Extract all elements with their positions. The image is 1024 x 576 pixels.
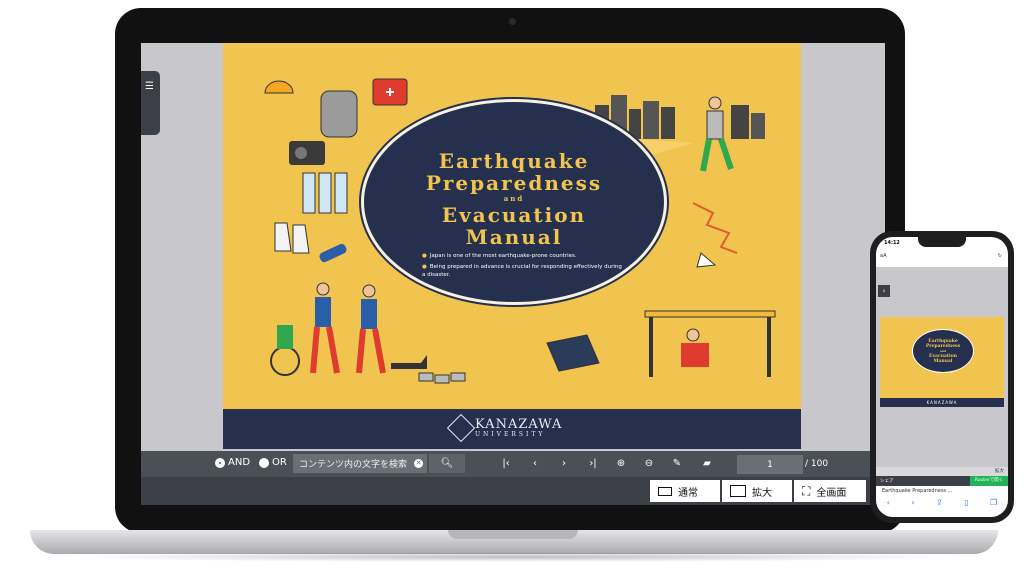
search-button[interactable]: 🔍︎ (429, 454, 465, 473)
search-input[interactable] (293, 454, 419, 475)
page-total: / 100 (805, 459, 829, 469)
lamp-icon (696, 252, 717, 268)
view-fullscreen-button[interactable]: ⛶ 全画面 (794, 480, 866, 502)
fullscreen-icon: ⛶ (802, 483, 811, 498)
gloves-icon (274, 222, 310, 254)
and-radio[interactable]: AND (215, 457, 250, 468)
zoom-out-icon[interactable]: ⊖ (639, 455, 659, 473)
share-icon[interactable]: ⇪ (936, 498, 943, 507)
book-icon[interactable]: ▰ (697, 455, 717, 473)
phone-page-title: Earthquake Preparedness ... (882, 488, 953, 494)
search-box: ✕ (293, 454, 427, 475)
last-page-icon[interactable]: ›| (583, 455, 603, 473)
status-time: 14:12 (884, 240, 900, 246)
bullet-item: ● Being prepared in advance is crucial fo… (422, 264, 622, 278)
evacuee-figure-icon (700, 96, 734, 172)
phone-title-oval: Earthquake Preparedness and Evacuation M… (912, 329, 974, 373)
phone-cover-footer: KANAZAWA (880, 398, 1004, 407)
title-oval: Earthquake Preparedness and Evacuation M… (361, 99, 667, 305)
pen-icon[interactable]: ✎ (667, 455, 687, 473)
smartphone-frame: 14:12 aA ↻ › Earthquake Preparedness and… (870, 231, 1014, 523)
university-seal-icon (446, 413, 476, 443)
first-aid-box-icon (372, 78, 408, 106)
normal-view-icon (658, 486, 672, 496)
menu-button[interactable]: ☰ (141, 71, 160, 135)
fallen-furniture-icon (546, 334, 600, 372)
title-line: Preparedness (425, 171, 603, 195)
safari-toolbar: ‹ › ⇪ ▯ ❐ (876, 495, 1008, 509)
back-icon[interactable]: ‹ (887, 498, 890, 507)
table-shelter-icon (644, 310, 776, 377)
viewer-toolbar: AND OR ✕ 🔍︎ |‹ ‹ › ›| ⊕ ⊖ ✎ ▰ / 100 (141, 451, 885, 477)
radio-unselected-icon (259, 457, 269, 468)
rubble-icon (418, 372, 466, 384)
search-icon: 🔍︎ (440, 458, 454, 469)
tabs-icon[interactable]: ❐ (990, 498, 997, 507)
ebook-viewer: ☰ Earthquake Preparedness and Evacuation… (141, 43, 885, 505)
title-line: Evacuation (441, 203, 587, 227)
title-line: Earthquake (438, 149, 590, 173)
university-logo: KANAZAWA UNIVERSITY (446, 413, 562, 443)
prev-page-icon[interactable]: ‹ (525, 455, 545, 473)
dog-icon (391, 355, 427, 369)
cover-footer: KANAZAWA UNIVERSITY (223, 409, 801, 449)
radio-icon (289, 141, 325, 165)
phone-share-button[interactable]: シェア (880, 478, 894, 484)
first-page-icon[interactable]: |‹ (496, 455, 516, 473)
bullet-item: ● Japan is one of the most earthquake-pro… (422, 253, 577, 259)
phone-enlarge-button[interactable]: 拡大 (995, 468, 1004, 474)
phone-cover-title: Earthquake Preparedness and Evacuation M… (925, 339, 961, 364)
forward-icon[interactable]: › (911, 498, 914, 507)
wheelchair-icon (270, 325, 300, 376)
laptop-shadow (60, 552, 968, 562)
book-cover: Earthquake Preparedness and Evacuation M… (223, 43, 801, 449)
cover-title: Earthquake Preparedness and Evacuation M… (364, 150, 664, 248)
view-enlarge-button[interactable]: 拡大 (722, 480, 792, 502)
people-evacuating-icon (310, 282, 386, 374)
phone-view-bar: 拡大 (876, 467, 1008, 476)
page-number-input[interactable] (737, 455, 803, 474)
zoom-in-icon[interactable]: ⊕ (611, 455, 631, 473)
phone-share-bar: シェア Routerで開く (876, 476, 1008, 486)
webcam-icon (509, 18, 516, 25)
phone-book-cover: Earthquake Preparedness and Evacuation M… (880, 317, 1004, 407)
crack-icon (692, 202, 738, 254)
cover-bullets: ● Japan is one of the most earthquake-pro… (422, 252, 622, 282)
open-app-button[interactable]: Routerで開く (970, 476, 1008, 486)
next-page-icon[interactable]: › (554, 455, 574, 473)
title-line: Manual (465, 225, 563, 249)
phone-screen: 14:12 aA ↻ › Earthquake Preparedness and… (876, 237, 1008, 517)
view-mode-bar: 通常 拡大 ⛶ 全画面 (141, 477, 885, 505)
clear-search-icon[interactable]: ✕ (414, 459, 423, 468)
or-radio[interactable]: OR (259, 457, 287, 468)
enlarge-view-icon (730, 485, 746, 497)
list-menu-icon: ☰ (145, 81, 154, 92)
phone-address-bar[interactable]: aA ↻ (880, 253, 1004, 263)
phone-viewer: › Earthquake Preparedness and Evacuation… (876, 267, 1008, 467)
phone-notch (918, 237, 966, 247)
phone-menu-icon[interactable]: › (878, 285, 890, 297)
reload-icon[interactable]: ↻ (998, 253, 1002, 259)
radio-selected-icon (215, 457, 225, 468)
bookmarks-icon[interactable]: ▯ (964, 498, 968, 507)
view-normal-button[interactable]: 通常 (650, 480, 720, 502)
water-bottles-icon (302, 172, 348, 214)
laptop-notch (448, 530, 578, 539)
helmet-icon (264, 80, 294, 94)
flashlight-icon (319, 243, 347, 263)
backpack-icon (320, 90, 358, 138)
